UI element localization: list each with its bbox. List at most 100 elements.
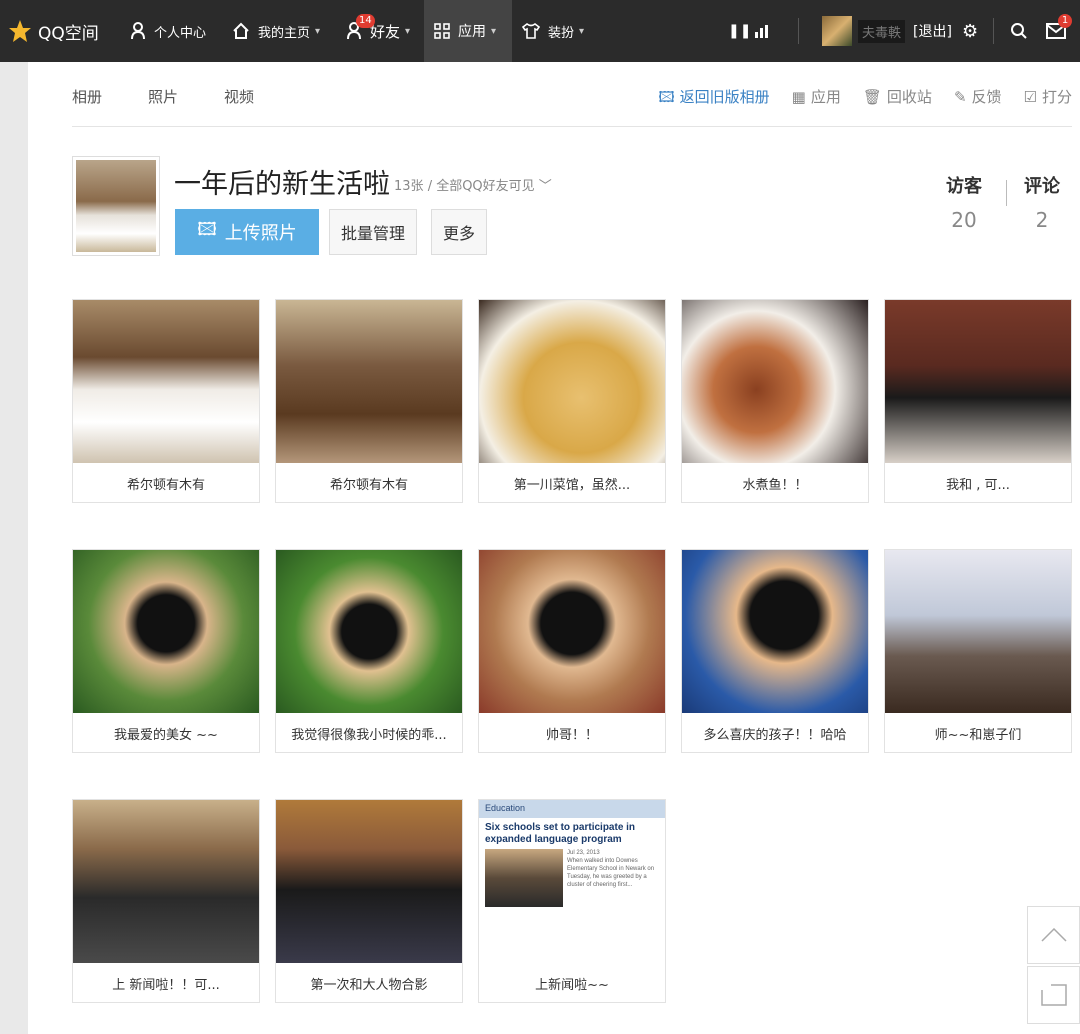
news-headline: Six schools set to participate in expand…	[485, 822, 636, 845]
home-icon	[233, 22, 249, 39]
recycle-label: 回收站	[886, 88, 932, 106]
nav-dress[interactable]: 装扮 ▾	[522, 0, 584, 62]
stat-divider	[1006, 180, 1007, 206]
news-body: When walked into Downes Elementary Schoo…	[567, 858, 655, 888]
nav-label: 装扮	[548, 25, 575, 41]
tab-videos[interactable]: 视频	[224, 86, 254, 107]
back-to-top-button[interactable]	[1027, 906, 1080, 964]
photo-thumbnail	[73, 300, 259, 463]
feedback-label: 反馈	[971, 88, 1002, 106]
comments-stat[interactable]: 评论 2	[1024, 172, 1060, 232]
photo-card[interactable]: 帅哥！！	[478, 549, 666, 753]
recycle-link[interactable]: 🗑 回收站	[863, 86, 932, 112]
trash-icon: 🗑	[862, 88, 882, 106]
pause-button[interactable]: ❚❚	[728, 0, 751, 62]
user-profile[interactable]: 夫毒軼	[822, 0, 906, 62]
album-meta: 13张 / 全部QQ好友可见 ﹀	[394, 175, 552, 194]
chevron-down-icon: ▾	[405, 25, 411, 37]
photo-thumbnail	[276, 800, 462, 963]
album-main-panel: 相册 照片 视频 🖾 返回旧版相册 ▦ 应用 🗑 回收站 ✎ 反馈 ☑ 打分 一年后的新生…	[28, 62, 1080, 1034]
album-cover[interactable]	[72, 156, 160, 256]
divider	[798, 18, 799, 44]
chevron-down-icon: ▾	[315, 25, 321, 37]
photo-caption: 我觉得很像我小时候的乖...	[291, 727, 447, 743]
photo-thumbnail	[73, 550, 259, 713]
photo-card[interactable]: 上 新闻啦！！可...	[72, 799, 260, 1003]
album-cover-image	[76, 160, 156, 252]
news-section: Education	[479, 800, 665, 818]
photo-card[interactable]: 第一川菜馆，虽然...	[478, 299, 666, 503]
upload-photos-button[interactable]: 🖾 上传照片	[175, 209, 319, 255]
pause-icon: ❚❚	[728, 23, 752, 39]
upload-label: 上传照片	[224, 223, 297, 244]
search-button[interactable]	[1010, 0, 1028, 62]
person-icon	[131, 22, 145, 40]
photo-caption: 上新闻啦~~	[535, 977, 609, 993]
rate-label: 打分	[1041, 88, 1072, 106]
old-album-link[interactable]: 🖾 返回旧版相册	[658, 86, 769, 112]
photo-card[interactable]: 我最爱的美女 ~~	[72, 549, 260, 753]
photo-count: 13张	[394, 179, 424, 194]
news-image	[485, 849, 563, 907]
comments-count: 2	[1035, 208, 1049, 232]
batch-manage-button[interactable]: 批量管理	[329, 209, 417, 255]
chevron-up-icon	[1040, 928, 1067, 942]
tab-photos[interactable]: 照片	[148, 86, 178, 107]
chevron-down-icon: ▾	[491, 25, 497, 37]
friends-badge: 14	[356, 14, 375, 28]
photo-thumbnail	[73, 800, 259, 963]
apps-grid-icon: ▦	[791, 88, 806, 106]
visibility-dropdown[interactable]: / 全部QQ好友可见 ﹀	[428, 179, 552, 194]
tab-albums[interactable]: 相册	[72, 86, 102, 107]
photo-thumbnail	[276, 300, 462, 463]
nav-label: 个人中心	[154, 25, 207, 41]
photo-card[interactable]: 希尔顿有木有	[275, 299, 463, 503]
divider	[993, 18, 994, 44]
apps-grid-icon	[434, 23, 450, 39]
nav-homepage[interactable]: 我的主页 ▾	[232, 0, 320, 62]
rate-link[interactable]: ☑ 打分	[1024, 86, 1072, 112]
nav-personal-center[interactable]: 个人中心	[130, 0, 206, 62]
photo-thumbnail: Education Six schools set to participate…	[479, 800, 665, 963]
settings-button[interactable]: ⚙	[962, 0, 978, 62]
photo-card[interactable]: Education Six schools set to participate…	[478, 799, 666, 1003]
volume-button[interactable]	[754, 0, 772, 62]
qzone-logo[interactable]: QQ空间	[8, 0, 99, 62]
photo-card[interactable]: 第一次和大人物合影	[275, 799, 463, 1003]
more-button[interactable]: 更多	[431, 209, 487, 255]
upload-icon: 🖾	[197, 219, 217, 240]
photo-caption: 我和 , 可...	[946, 477, 1010, 493]
photo-card[interactable]: 多么喜庆的孩子！！哈哈	[681, 549, 869, 753]
visitors-stat[interactable]: 访客 20	[946, 172, 982, 232]
mail-button[interactable]: 1	[1046, 0, 1072, 62]
shirt-icon	[522, 23, 540, 39]
fullscreen-button[interactable]	[1027, 966, 1080, 1024]
photo-card[interactable]: 师~~和崽子们	[884, 549, 1072, 753]
apps-link[interactable]: ▦ 应用	[792, 86, 841, 112]
photo-caption: 我最爱的美女 ~~	[114, 727, 218, 743]
star-logo-icon	[9, 20, 31, 42]
photo-card[interactable]: 希尔顿有木有	[72, 299, 260, 503]
old-album-label: 返回旧版相册	[679, 88, 770, 106]
photo-caption: 希尔顿有木有	[126, 477, 205, 493]
photo-thumbnail	[479, 550, 665, 713]
photo-thumbnail	[885, 550, 1071, 713]
nav-friends[interactable]: 14 好友 ▾	[346, 0, 410, 62]
photo-card[interactable]: 我和 , 可...	[884, 299, 1072, 503]
comments-label: 评论	[1024, 176, 1060, 197]
nav-label: 好友	[370, 22, 401, 41]
photo-caption: 希尔顿有木有	[329, 477, 408, 493]
album-subnav: 相册 照片 视频	[72, 86, 254, 107]
photo-caption: 第一川菜馆，虽然...	[513, 477, 631, 493]
search-icon	[1011, 23, 1027, 39]
photo-card[interactable]: 我觉得很像我小时候的乖...	[275, 549, 463, 753]
feedback-link[interactable]: ✎ 反馈	[954, 86, 1002, 112]
edit-icon: ✎	[953, 88, 967, 106]
photo-caption: 多么喜庆的孩子！！哈哈	[703, 727, 847, 743]
nav-apps[interactable]: 应用 ▾	[424, 0, 512, 62]
photo-card[interactable]: 水煮鱼！！	[681, 299, 869, 503]
photo-thumbnail	[276, 550, 462, 713]
logout-link[interactable]: [退出]	[913, 0, 952, 62]
photo-thumbnail	[479, 300, 665, 463]
visitors-count: 20	[951, 208, 977, 232]
